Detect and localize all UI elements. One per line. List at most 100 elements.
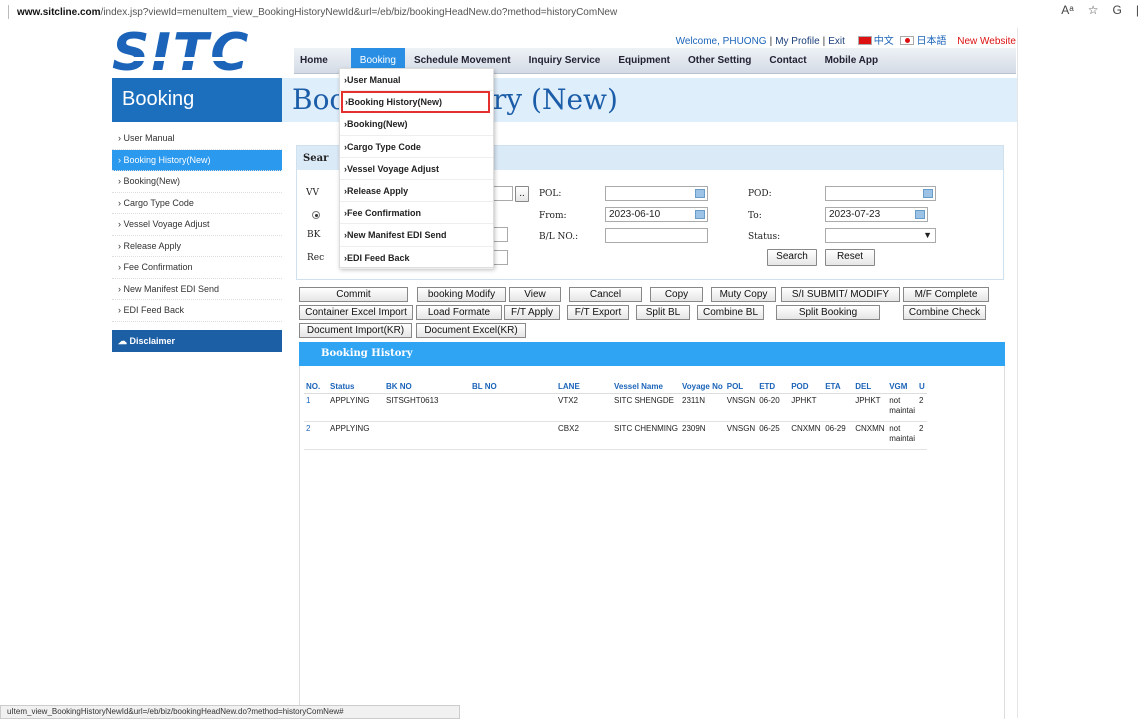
- browser-status-bar: uItem_view_BookingHistoryNewId&url=/eb/b…: [0, 705, 460, 719]
- dropdown-item-release-apply[interactable]: ›Release Apply: [340, 180, 493, 203]
- mf-complete-button[interactable]: M/F Complete: [903, 287, 989, 302]
- cell-no[interactable]: 2: [304, 421, 328, 450]
- nav-mobile-app[interactable]: Mobile App: [816, 48, 888, 74]
- cell-bk-no: SITSGHT0613: [384, 393, 470, 422]
- sidebar-item-fee-confirmation[interactable]: › Fee Confirmation: [112, 257, 282, 279]
- cell-bk-no: [384, 421, 470, 450]
- sidebar-item-release-apply[interactable]: › Release Apply: [112, 236, 282, 257]
- combine-bl-button[interactable]: Combine BL: [697, 305, 764, 320]
- nav-inquiry-service[interactable]: Inquiry Service: [520, 48, 610, 74]
- pol-lookup-icon[interactable]: [695, 189, 705, 198]
- dropdown-item-booking-new[interactable]: ›Booking(New): [340, 113, 493, 136]
- pol-input[interactable]: [605, 186, 708, 201]
- split-booking-button[interactable]: Split Booking: [776, 305, 880, 320]
- sidebar-item-booking-new[interactable]: › Booking(New): [112, 171, 282, 193]
- col-u[interactable]: U: [917, 380, 927, 394]
- pod-lookup-icon[interactable]: [923, 189, 933, 198]
- cell-del: JPHKT: [853, 393, 888, 422]
- sidebar-item-edi-feed-back[interactable]: › EDI Feed Back: [112, 300, 282, 322]
- col-etd[interactable]: ETD: [757, 380, 790, 394]
- nav-home[interactable]: Home: [294, 48, 337, 74]
- col-bl-no[interactable]: BL NO: [470, 380, 556, 394]
- sitc-logo[interactable]: SITC: [112, 27, 277, 79]
- disclaimer-panel[interactable]: ☁ Disclaimer: [112, 329, 282, 352]
- commit-button[interactable]: Commit: [299, 287, 408, 302]
- dropdown-item-new-manifest-edi-send[interactable]: ›New Manifest EDI Send: [340, 224, 493, 247]
- container-excel-import-button[interactable]: Container Excel Import: [299, 305, 413, 320]
- sidebar-item-cargo-type-code[interactable]: › Cargo Type Code: [112, 193, 282, 214]
- booking-history-header: Booking History: [299, 342, 1005, 366]
- col-voyage-no[interactable]: Voyage No: [680, 380, 725, 394]
- col-no[interactable]: NO.: [304, 380, 328, 394]
- col-pol[interactable]: POL: [724, 380, 758, 394]
- dropdown-item-user-manual[interactable]: ›User Manual: [340, 69, 493, 92]
- col-lane[interactable]: LANE: [556, 380, 612, 394]
- booking-modify-button[interactable]: booking Modify: [417, 287, 506, 302]
- favorite-star-icon[interactable]: ☆: [1088, 3, 1099, 17]
- dropdown-item-fee-confirmation[interactable]: ›Fee Confirmation: [340, 202, 493, 225]
- browser-address-bar[interactable]: www.sitcline.com/index.jsp?viewId=menuIt…: [0, 0, 1145, 24]
- view-button[interactable]: View: [509, 287, 561, 302]
- muty-copy-button[interactable]: Muty Copy: [711, 287, 776, 302]
- cell-no[interactable]: 1: [304, 393, 328, 422]
- my-profile-link[interactable]: My Profile: [775, 36, 819, 47]
- welcome-text: Welcome, PHUONG: [675, 36, 767, 47]
- date-radio[interactable]: [312, 211, 320, 219]
- si-submit-modify-button[interactable]: S/I SUBMIT/ MODIFY: [781, 287, 900, 302]
- search-button[interactable]: Search: [767, 249, 817, 266]
- reset-button[interactable]: Reset: [825, 249, 875, 266]
- col-bk-no[interactable]: BK NO: [384, 380, 470, 394]
- dropdown-item-edi-feed-back[interactable]: ›EDI Feed Back: [340, 247, 493, 269]
- nav-contact[interactable]: Contact: [760, 48, 815, 74]
- new-website-link[interactable]: New Website: [957, 36, 1016, 47]
- ft-apply-button[interactable]: F/T Apply: [504, 305, 560, 320]
- sidebar-item-user-manual[interactable]: › User Manual: [112, 128, 282, 150]
- col-vgm[interactable]: VGM: [887, 380, 917, 394]
- table-row[interactable]: 2 APPLYING CBX2 SITC CHENMING 2309N VNSG…: [304, 421, 927, 450]
- nav-equipment[interactable]: Equipment: [609, 48, 679, 74]
- section-title: Booking: [112, 78, 282, 122]
- cell-status: APPLYING: [328, 393, 384, 422]
- exit-link[interactable]: Exit: [828, 36, 845, 47]
- split-bl-button[interactable]: Split BL: [636, 305, 690, 320]
- col-eta[interactable]: ETA: [823, 380, 854, 394]
- nav-other-setting[interactable]: Other Setting: [679, 48, 760, 74]
- read-aloud-icon[interactable]: Aᵃ: [1061, 3, 1073, 17]
- cancel-button[interactable]: Cancel: [569, 287, 642, 302]
- lang-cn-link[interactable]: 中文: [874, 36, 894, 47]
- col-pod[interactable]: POD: [789, 380, 824, 394]
- from-date-input[interactable]: 2023-06-10: [605, 207, 708, 222]
- bl-no-input[interactable]: [605, 228, 708, 243]
- status-select[interactable]: ▼: [825, 228, 936, 243]
- page-scrollbar[interactable]: [1017, 28, 1018, 718]
- document-excel-kr-button[interactable]: Document Excel(KR): [416, 323, 526, 338]
- from-calendar-icon[interactable]: [695, 210, 705, 219]
- cell-pod: JPHKT: [789, 393, 824, 422]
- lang-jp-link[interactable]: 日本語: [916, 36, 946, 47]
- col-vessel-name[interactable]: Vessel Name: [612, 380, 680, 394]
- title-band: Booking Booking History (New): [112, 78, 1017, 122]
- sidebar-item-booking-history-new[interactable]: › Booking History(New): [112, 149, 282, 171]
- bl-no-label: B/L NO.:: [539, 232, 579, 242]
- dropdown-item-booking-history-new[interactable]: ›Booking History(New): [341, 91, 490, 114]
- url-path: /index.jsp?viewId=menuItem_view_BookingH…: [100, 6, 618, 18]
- sidebar-item-vessel-voyage-adjust[interactable]: › Vessel Voyage Adjust: [112, 214, 282, 236]
- vessel-lookup-button[interactable]: ..: [515, 186, 529, 202]
- table-row[interactable]: 1 APPLYING SITSGHT0613 VTX2 SITC SHENGDE…: [304, 393, 927, 422]
- combine-check-button[interactable]: Combine Check: [903, 305, 986, 320]
- load-formate-button[interactable]: Load Formate: [416, 305, 502, 320]
- dropdown-item-cargo-type-code[interactable]: ›Cargo Type Code: [340, 136, 493, 158]
- cell-eta: 06-29: [823, 421, 854, 450]
- to-calendar-icon[interactable]: [915, 210, 925, 219]
- pod-input[interactable]: [825, 186, 936, 201]
- col-status[interactable]: Status: [328, 380, 384, 394]
- col-del[interactable]: DEL: [853, 380, 888, 394]
- more-icon[interactable]: |: [1136, 3, 1139, 17]
- copy-button[interactable]: Copy: [650, 287, 703, 302]
- to-date-input[interactable]: 2023-07-23: [825, 207, 928, 222]
- sidebar-item-new-manifest-edi-send[interactable]: › New Manifest EDI Send: [112, 279, 282, 300]
- dropdown-item-vessel-voyage-adjust[interactable]: ›Vessel Voyage Adjust: [340, 158, 493, 180]
- document-import-kr-button[interactable]: Document Import(KR): [299, 323, 412, 338]
- ft-export-button[interactable]: F/T Export: [567, 305, 629, 320]
- refresh-icon[interactable]: G: [1113, 3, 1122, 17]
